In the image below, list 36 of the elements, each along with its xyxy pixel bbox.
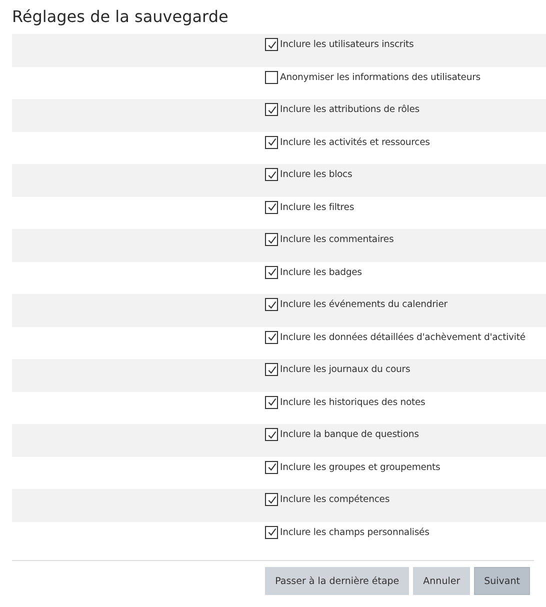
checkbox-label: Inclure les groupes et groupements [280, 462, 440, 472]
checkbox[interactable] [265, 233, 278, 246]
checkbox-label: Inclure les historiques des notes [280, 396, 426, 408]
checkbox[interactable] [265, 460, 278, 474]
checkbox-label: Inclure les activités et ressources [280, 136, 430, 148]
checkbox-label: Inclure les champs personnalisés [280, 526, 430, 538]
checkbox-label: Anonymiser les informations des utilisateurs [280, 72, 480, 82]
checkbox[interactable] [265, 363, 278, 376]
checkbox-label: Inclure les événements du calendrier [280, 299, 448, 310]
checkbox-label: Inclure les journaux du cours [280, 364, 410, 375]
checkbox-label: Inclure les attributions de rôles [280, 104, 420, 115]
checkbox-label: Inclure les utilisateurs inscrits [280, 39, 414, 50]
action-button[interactable]: Suivant [474, 567, 530, 595]
checkbox[interactable] [265, 103, 278, 116]
checkbox[interactable] [265, 428, 278, 441]
checkbox-label: Inclure les compétences [280, 494, 390, 505]
checkbox[interactable] [265, 298, 278, 311]
checkbox[interactable] [265, 396, 278, 408]
checkbox-label: Inclure les blocs [280, 169, 352, 180]
page-title: Réglages de la sauvegarde [12, 6, 230, 28]
checkbox-label: Inclure les données détaillées d'achèvement d'activité [280, 332, 526, 342]
checkbox[interactable] [265, 493, 278, 506]
checkbox-label: Inclure les filtres [280, 202, 354, 212]
checkbox[interactable] [265, 266, 278, 278]
checkbox[interactable] [265, 136, 278, 148]
checkbox[interactable] [265, 168, 278, 181]
checkbox-label: Inclure les commentaires [280, 234, 394, 245]
checkbox[interactable] [265, 70, 278, 84]
checkbox-label: Inclure la banque de questions [280, 429, 419, 440]
checkbox[interactable] [265, 200, 278, 214]
checkbox[interactable] [265, 526, 278, 538]
action-button[interactable]: Passer à la dernière étape [265, 567, 410, 595]
checkbox-label: Inclure les badges [280, 266, 362, 278]
checkbox[interactable] [265, 330, 278, 344]
action-button[interactable]: Annuler [413, 567, 470, 595]
checkbox[interactable] [265, 38, 278, 51]
